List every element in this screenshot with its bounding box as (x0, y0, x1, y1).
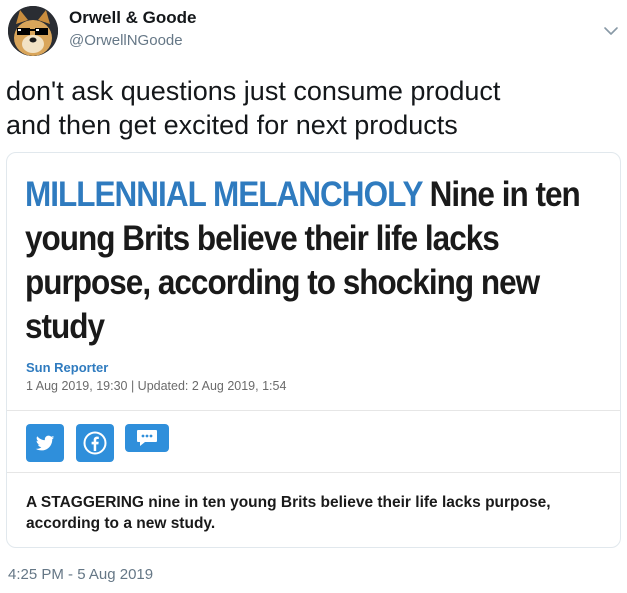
facebook-icon (83, 431, 107, 455)
link-card[interactable]: MILLENNIAL MELANCHOLY Nine in ten young … (6, 152, 621, 548)
author-handle[interactable]: @OrwellNGoode (69, 32, 183, 50)
share-comment-button[interactable] (125, 424, 169, 452)
author-display-name[interactable]: Orwell & Goode (69, 8, 197, 28)
chevron-down-icon[interactable] (602, 22, 620, 40)
card-divider (7, 410, 620, 411)
card-divider (7, 472, 620, 473)
card-dateline: 1 Aug 2019, 19:30 | Updated: 2 Aug 2019,… (26, 379, 287, 393)
headline-text: Nine in ten (429, 175, 581, 214)
card-standfirst: A STAGGERING nine in ten young Brits bel… (26, 492, 606, 534)
share-twitter-button[interactable] (26, 424, 64, 462)
standfirst-line: A STAGGERING nine in ten young Brits bel… (26, 494, 551, 511)
headline-line: young Brits believe their life lacks (25, 219, 500, 258)
card-headline: MILLENNIAL MELANCHOLY Nine in ten young … (25, 173, 581, 349)
doge-avatar-icon (8, 6, 58, 56)
tweet: Orwell & Goode @OrwellNGoode don't ask q… (0, 0, 627, 593)
card-byline[interactable]: Sun Reporter (26, 360, 108, 376)
headline-line: study (25, 307, 105, 346)
twitter-icon (35, 435, 55, 451)
tweet-text-line: don't ask questions just consume product (6, 76, 501, 106)
comment-icon (137, 430, 157, 446)
tweet-text: don't ask questions just consume product… (6, 74, 618, 142)
share-facebook-button[interactable] (76, 424, 114, 462)
tweet-text-line: and then get excited for next products (6, 110, 458, 140)
standfirst-line: according to a new study. (26, 515, 216, 532)
avatar[interactable] (8, 6, 58, 56)
headline-line: MILLENNIAL MELANCHOLY Nine in ten (25, 173, 581, 217)
tweet-timestamp[interactable]: 4:25 PM - 5 Aug 2019 (8, 566, 153, 584)
headline-line: purpose, according to shocking new (25, 263, 540, 302)
headline-kicker: MILLENNIAL MELANCHOLY (25, 175, 423, 214)
